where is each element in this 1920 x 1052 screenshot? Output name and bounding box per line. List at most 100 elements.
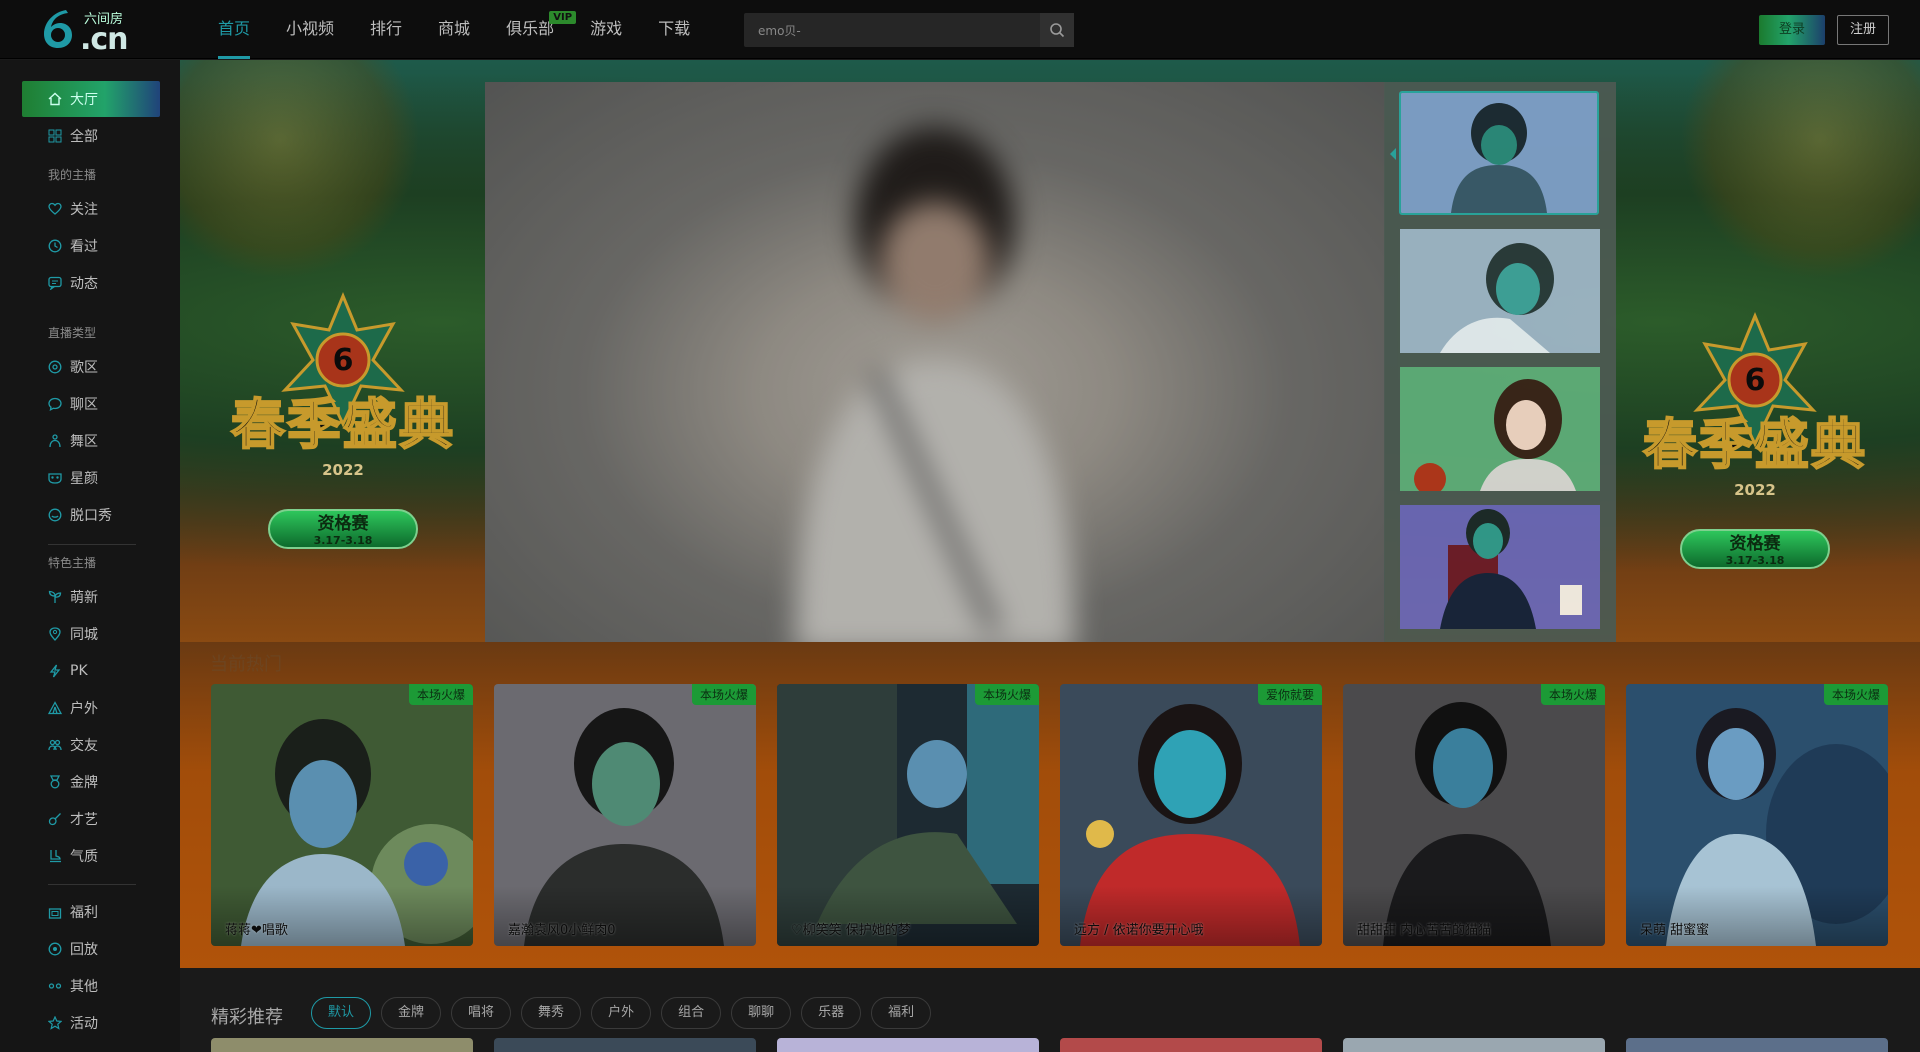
- sidebar-divider: [48, 884, 136, 885]
- room-tag: 本场火爆: [1823, 684, 1888, 705]
- nav-download[interactable]: 下载: [640, 0, 708, 59]
- sidebar-item-same-city[interactable]: 同城: [22, 616, 160, 652]
- sidebar-item-watched[interactable]: 看过: [22, 228, 160, 264]
- room-name: 蒋蒋❤唱歌: [225, 923, 288, 938]
- sidebar-item-follow[interactable]: 关注: [22, 191, 160, 227]
- sidebar-item-label: 才艺: [70, 812, 98, 828]
- sidebar-item-pk[interactable]: PK: [22, 653, 160, 689]
- room-name: ♡柳笑笑 保护她的梦: [791, 923, 911, 938]
- stream-thumbnail[interactable]: [1399, 91, 1599, 215]
- banner-decoration: [1680, 60, 1920, 280]
- room-card[interactable]: 本场火爆 呆萌 甜蜜蜜: [1626, 684, 1888, 946]
- sidebar-item-friends[interactable]: 交友: [22, 727, 160, 763]
- recommend-card[interactable]: [211, 1038, 473, 1052]
- recommend-card[interactable]: [1626, 1038, 1888, 1052]
- room-card[interactable]: 爱你就要 远方 / 依诺你要开心哦: [1060, 684, 1322, 946]
- filter-chip-gold[interactable]: 金牌: [381, 997, 442, 1029]
- sidebar: 大厅 全部 我的主播 关注 看过 动态 直播类型 歌区 聊区 舞区 星颜 脱口秀…: [0, 60, 180, 1052]
- search-box: [744, 13, 1074, 47]
- sidebar-heading-featured: 特色主播: [48, 556, 97, 570]
- chat-icon: [48, 397, 62, 411]
- room-name: 呆萌 甜蜜蜜: [1640, 923, 1710, 938]
- room-name: 甜甜甜 内心苦苦的猫猫: [1357, 923, 1492, 938]
- sidebar-item-label: 气质: [70, 849, 98, 865]
- tent-icon: [48, 701, 62, 715]
- hot-section-title: 当前热门: [210, 654, 282, 675]
- nav-mall[interactable]: 商城: [420, 0, 488, 59]
- recommend-card[interactable]: [1060, 1038, 1322, 1052]
- room-card[interactable]: 本场火爆 蒋蒋❤唱歌: [211, 684, 473, 946]
- sidebar-item-talent[interactable]: 才艺: [22, 801, 160, 837]
- filter-chip-dance[interactable]: 舞秀: [521, 997, 582, 1029]
- sidebar-item-label: 福利: [70, 905, 98, 921]
- grid-icon: [48, 129, 62, 143]
- event-crest-mark: 6: [1745, 363, 1766, 398]
- filter-chip-welfare[interactable]: 福利: [871, 997, 932, 1029]
- room-tag: 本场火爆: [408, 684, 473, 705]
- search-button[interactable]: [1040, 13, 1074, 47]
- users-icon: [48, 739, 62, 751]
- sidebar-item-label: 户外: [70, 701, 98, 717]
- sidebar-item-label: 聊区: [70, 397, 98, 413]
- recommend-filter-chips: 默认 金牌 唱将 舞秀 户外 组合 聊聊 乐器 福利: [311, 997, 941, 1029]
- sidebar-item-label: 全部: [70, 129, 98, 145]
- room-card[interactable]: 本场火爆 甜甜甜 内心苦苦的猫猫: [1343, 684, 1605, 946]
- sidebar-item-outdoor[interactable]: 户外: [22, 690, 160, 726]
- filter-chip-group[interactable]: 组合: [661, 997, 722, 1029]
- filter-chip-default[interactable]: 默认: [311, 997, 372, 1029]
- room-card[interactable]: 本场火爆 嘉瀚袁风0小鲜肉0: [494, 684, 756, 946]
- banner-decoration: [180, 60, 420, 280]
- sidebar-item-label: 歌区: [70, 360, 98, 376]
- sidebar-item-song[interactable]: 歌区: [22, 349, 160, 385]
- nav-short-video[interactable]: 小视频: [268, 0, 352, 59]
- guitar-icon: [48, 813, 61, 826]
- event-year: 2022: [322, 461, 364, 479]
- login-button[interactable]: 登录: [1759, 15, 1825, 45]
- event-badge-left[interactable]: 6 春季盛典 2022 资格赛 3.17-3.18: [208, 290, 478, 549]
- live-video-player[interactable]: [485, 82, 1385, 642]
- sidebar-item-welfare[interactable]: 福利: [22, 894, 160, 930]
- sidebar-item-label: 星颜: [70, 471, 98, 487]
- event-year: 2022: [1734, 481, 1776, 499]
- sidebar-item-other[interactable]: 其他: [22, 968, 160, 1004]
- location-icon: [49, 627, 61, 641]
- sidebar-item-temperament[interactable]: 气质: [22, 838, 160, 874]
- nav-short-video-label: 小视频: [286, 19, 335, 38]
- nav-games[interactable]: 游戏: [572, 0, 640, 59]
- room-tag: 爱你就要: [1257, 684, 1322, 705]
- site-logo[interactable]: 六间房 .cn: [38, 6, 138, 57]
- stream-thumbnail[interactable]: [1400, 505, 1600, 629]
- filter-chip-chat[interactable]: 聊聊: [731, 997, 792, 1029]
- sidebar-heading-live-types: 直播类型: [48, 326, 97, 340]
- nav-home[interactable]: 首页: [200, 0, 268, 59]
- filter-chip-singer[interactable]: 唱将: [451, 997, 512, 1029]
- recommend-card[interactable]: [494, 1038, 756, 1052]
- filter-chip-instrument[interactable]: 乐器: [801, 997, 862, 1029]
- sidebar-item-dance[interactable]: 舞区: [22, 423, 160, 459]
- nav-club[interactable]: 俱乐部 VIP: [488, 0, 577, 59]
- room-card[interactable]: 本场火爆 ♡柳笑笑 保护她的梦: [777, 684, 1039, 946]
- sidebar-item-newbie[interactable]: 萌新: [22, 579, 160, 615]
- filter-chip-outdoor[interactable]: 户外: [591, 997, 652, 1029]
- sidebar-item-hall[interactable]: 大厅: [22, 81, 160, 117]
- search-input[interactable]: [744, 13, 1040, 47]
- sidebar-item-replay[interactable]: 回放: [22, 931, 160, 967]
- sidebar-item-star-face[interactable]: 星颜: [22, 460, 160, 496]
- event-badge-right[interactable]: 6 春季盛典 2022 资格赛 3.17-3.18: [1620, 310, 1890, 569]
- sidebar-item-gold[interactable]: 金牌: [22, 764, 160, 800]
- recommend-card[interactable]: [777, 1038, 1039, 1052]
- sidebar-item-talk-show[interactable]: 脱口秀: [22, 497, 160, 533]
- recommend-card[interactable]: [1343, 1038, 1605, 1052]
- sidebar-item-label: 关注: [70, 202, 98, 218]
- register-button[interactable]: 注册: [1837, 15, 1889, 45]
- talk-icon: [48, 508, 62, 522]
- sidebar-item-feed[interactable]: 动态: [22, 265, 160, 301]
- sidebar-divider: [48, 544, 136, 545]
- sidebar-item-chat[interactable]: 聊区: [22, 386, 160, 422]
- sidebar-item-events[interactable]: 活动: [22, 1005, 160, 1041]
- recommend-title: 精彩推荐: [211, 1007, 283, 1028]
- nav-ranking[interactable]: 排行: [352, 0, 420, 59]
- stream-thumbnail[interactable]: [1400, 229, 1600, 353]
- stream-thumbnail[interactable]: [1400, 367, 1600, 491]
- sidebar-item-all[interactable]: 全部: [22, 118, 160, 154]
